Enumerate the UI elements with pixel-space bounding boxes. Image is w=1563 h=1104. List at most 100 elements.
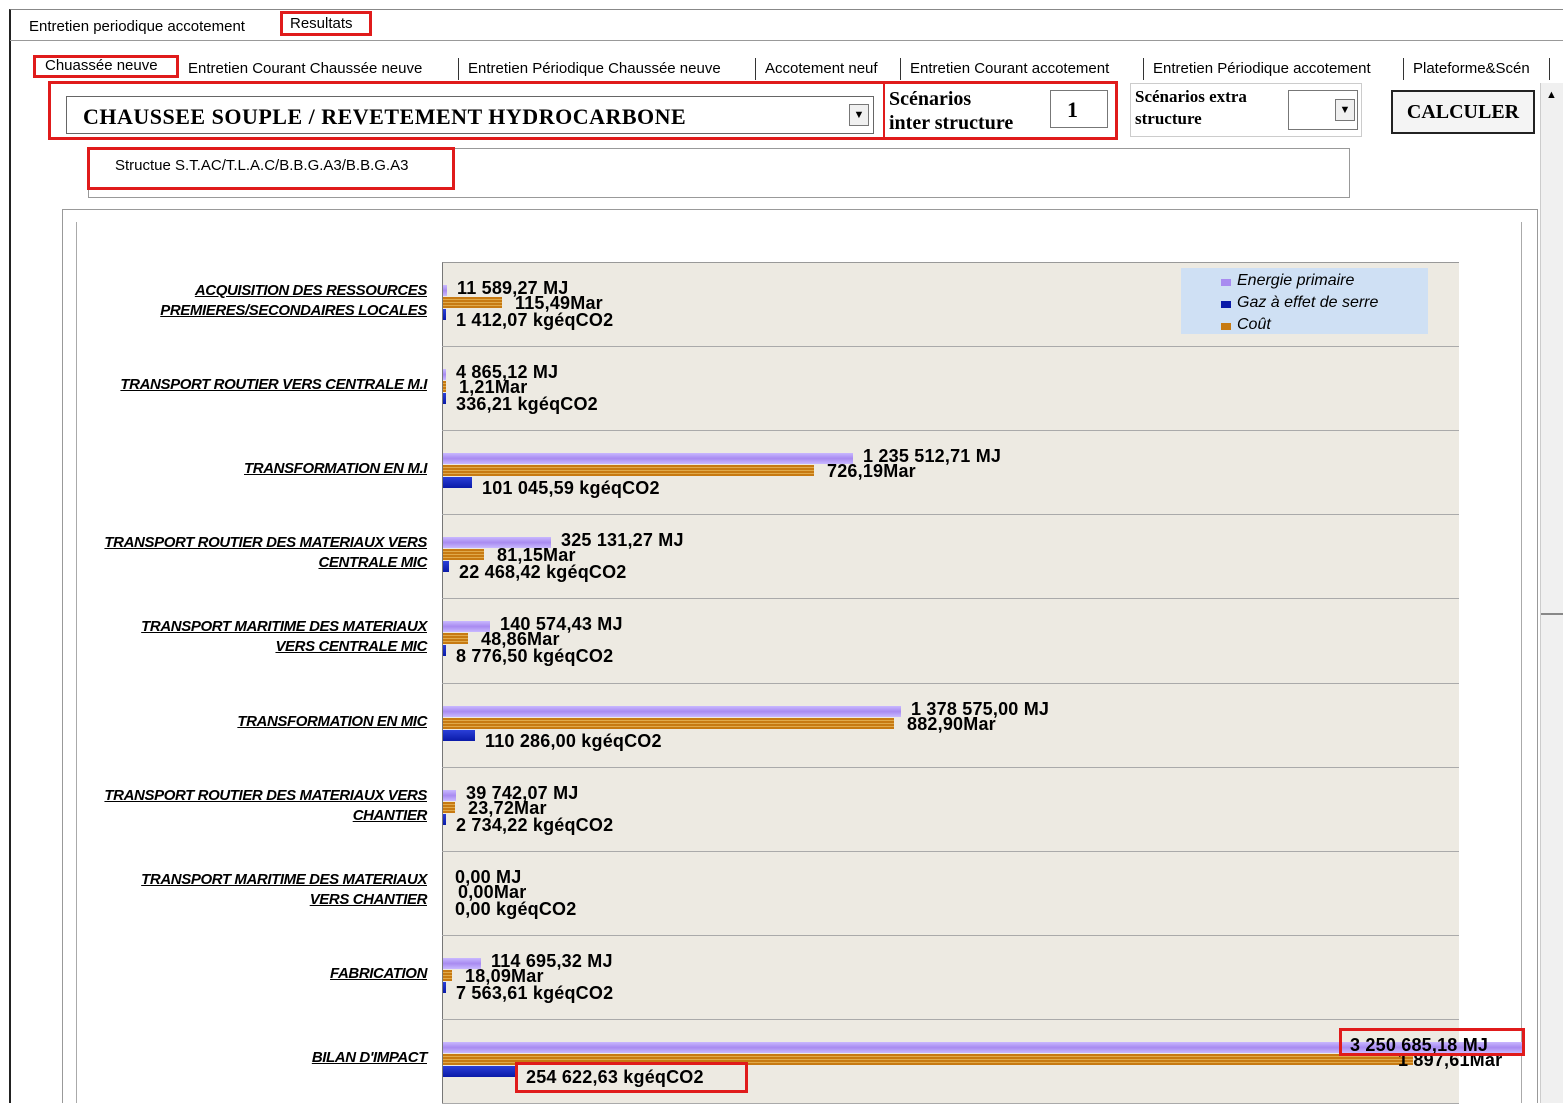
data-label-transport-routier-mi-ges: 336,21 kgéqCO2 <box>456 394 598 414</box>
tab-separator <box>755 58 756 80</box>
bar-transport-routier-mic-ges <box>443 561 449 572</box>
legend-swatch-0 <box>1221 279 1231 286</box>
bar-bilan-impact-cout <box>443 1054 1413 1065</box>
data-label-transformation-mi-cout: 726,19Mar <box>827 461 916 481</box>
tab-separator <box>900 58 901 80</box>
bar-transformation-mic-cout <box>443 718 894 729</box>
data-label-transport-routier-mic-ges: 22 468,42 kgéqCO2 <box>459 562 627 582</box>
bar-transport-routier-chantier-ges <box>443 814 446 825</box>
bar-transport-routier-chantier-energie <box>443 790 456 801</box>
highlight-divider <box>883 84 885 140</box>
chart-gridline <box>442 1019 1459 1020</box>
category-label-fabrication: FABRICATION <box>330 965 427 982</box>
subtab-plateforme-scen[interactable]: Plateforme&Scén <box>1413 60 1530 77</box>
scenarios-extra-select[interactable]: ▼ <box>1288 90 1358 130</box>
category-label-acquisition: ACQUISITION DES RESSOURCES PREMIERES/SECO… <box>160 282 427 319</box>
tab-separator <box>458 58 459 80</box>
category-label-transport-maritime-chantier: TRANSPORT MARITIME DES MATERIAUX VERS CHA… <box>141 871 427 908</box>
calculer-button[interactable]: CALCULER <box>1391 90 1535 134</box>
subtab-chaussee-neuve[interactable]: Chuassée neuve <box>45 57 158 74</box>
data-label-bilan-impact-cout: 1 897,61Mar <box>1398 1050 1503 1070</box>
subtab-entretien-periodique-chaussee-neuve[interactable]: Entretien Périodique Chaussée neuve <box>468 60 721 77</box>
chart-gridline <box>442 935 1459 936</box>
data-label-transport-maritime-mic-ges: 8 776,50 kgéqCO2 <box>456 646 614 666</box>
bar-transport-routier-mi-ges <box>443 393 446 404</box>
chevron-down-icon[interactable]: ▼ <box>1335 99 1355 121</box>
bar-fabrication-ges <box>443 982 446 993</box>
subtab-entretien-courant-chaussee-neuve[interactable]: Entretien Courant Chaussée neuve <box>188 60 422 77</box>
bar-transformation-mic-ges <box>443 730 475 741</box>
data-label-transformation-mic-ges: 110 286,00 kgéqCO2 <box>485 731 662 751</box>
scenarios-inter-input[interactable]: 1 <box>1050 90 1108 128</box>
structure-description-text: Structue S.T.AC/T.L.A.C/B.B.G.A3/B.B.G.A… <box>115 157 409 174</box>
category-label-transformation-mi: TRANSFORMATION EN M.I <box>244 460 427 477</box>
tab-separator <box>1549 58 1550 80</box>
bar-acquisition-cout <box>443 297 502 308</box>
category-label-transport-routier-chantier: TRANSPORT ROUTIER DES MATERIAUX VERS CHAN… <box>104 787 427 824</box>
data-label-transformation-mic-cout: 882,90Mar <box>907 714 996 734</box>
tab-entretien-periodique-accotement[interactable]: Entretien periodique accotement <box>29 18 245 35</box>
category-label-transport-routier-mi: TRANSPORT ROUTIER VERS CENTRALE M.I <box>120 376 427 393</box>
legend-item-1: Gaz à effet de serre <box>1237 294 1379 311</box>
data-label-transport-routier-mic-energie: 325 131,27 MJ <box>561 530 684 550</box>
tab-separator <box>1403 58 1404 80</box>
data-label-transport-routier-mi-cout: 1,21Mar <box>459 377 528 397</box>
data-label-bilan-impact-ges: 254 622,63 kgéqCO2 <box>526 1067 704 1087</box>
legend-swatch-1 <box>1221 301 1231 308</box>
chart-gridline <box>442 851 1459 852</box>
subtab-entretien-periodique-accotement[interactable]: Entretien Périodique accotement <box>1153 60 1371 77</box>
chart-legend: Energie primaire Gaz à effet de serre Coût <box>1181 268 1428 334</box>
category-label-transport-maritime-mic: TRANSPORT MARITIME DES MATERIAUX VERS CEN… <box>141 618 427 655</box>
data-label-transport-maritime-chantier-cout: 0,00Mar <box>458 882 527 902</box>
data-label-acquisition-cout: 115,49Mar <box>515 293 603 313</box>
bar-transport-maritime-mic-ges <box>443 645 446 656</box>
structure-type-select[interactable]: CHAUSSEE SOUPLE / REVETEMENT HYDROCARBON… <box>66 96 874 134</box>
bar-transport-routier-mic-cout <box>443 549 484 560</box>
data-label-transport-routier-mic-cout: 81,15Mar <box>497 545 576 565</box>
scenarios-inter-label: Scénarios inter structure <box>889 88 1014 134</box>
legend-swatch-2 <box>1221 323 1231 330</box>
tab-strip-divider <box>10 40 1563 41</box>
data-label-transport-routier-chantier-ges: 2 734,22 kgéqCO2 <box>456 815 614 835</box>
chart-gridline <box>442 683 1459 684</box>
subtab-accotement-neuf[interactable]: Accotement neuf <box>765 60 878 77</box>
scenarios-inter-value: 1 <box>1067 97 1078 122</box>
structure-description-field[interactable]: Structue S.T.AC/T.L.A.C/B.B.G.A3/B.B.G.A… <box>88 148 1350 198</box>
tab-resultats[interactable]: Resultats <box>290 15 353 32</box>
vertical-scrollbar[interactable]: ▲ <box>1540 83 1563 1103</box>
data-label-fabrication-cout: 18,09Mar <box>465 966 544 986</box>
data-label-fabrication-ges: 7 563,61 kgéqCO2 <box>456 983 614 1003</box>
scenarios-extra-label: Scénarios extra structure <box>1135 87 1247 128</box>
tab-separator <box>1143 58 1144 80</box>
subtab-entretien-courant-accotement[interactable]: Entretien Courant accotement <box>910 60 1109 77</box>
bar-acquisition-ges <box>443 309 446 320</box>
bar-transformation-mi-energie <box>443 453 853 464</box>
data-label-acquisition-ges: 1 412,07 kgéqCO2 <box>456 310 614 330</box>
data-label-transformation-mi-ges: 101 045,59 kgéqCO2 <box>482 478 660 498</box>
data-label-transport-maritime-chantier-ges: 0,00 kgéqCO2 <box>455 899 577 919</box>
chart-gridline <box>442 346 1459 347</box>
chart-gridline <box>442 514 1459 515</box>
chart-gridline <box>442 598 1459 599</box>
bar-transport-routier-chantier-cout <box>443 802 455 813</box>
category-label-bilan-impact: BILAN D'IMPACT <box>311 1049 428 1066</box>
category-label-transport-routier-mic: TRANSPORT ROUTIER DES MATERIAUX VERS CENT… <box>104 534 427 571</box>
structure-type-value: CHAUSSEE SOUPLE / REVETEMENT HYDROCARBON… <box>83 104 687 129</box>
scrollbar-thumb-edge <box>1541 613 1563 615</box>
chart-gridline <box>442 767 1459 768</box>
bar-transformation-mi-ges <box>443 477 472 488</box>
bar-bilan-impact-ges <box>443 1066 516 1077</box>
data-label-transport-maritime-mic-cout: 48,86Mar <box>481 629 560 649</box>
bar-transport-routier-mi-cout <box>443 381 446 392</box>
chevron-down-icon[interactable]: ▼ <box>849 104 869 126</box>
bar-transformation-mi-cout <box>443 465 814 476</box>
category-label-transformation-mic: TRANSFORMATION EN MIC <box>237 713 427 730</box>
bar-acquisition-energie <box>443 285 447 296</box>
arrow-up-icon[interactable]: ▲ <box>1546 89 1557 101</box>
bar-transformation-mic-energie <box>443 706 901 717</box>
legend-item-2: Coût <box>1237 316 1271 333</box>
chart-gridline <box>442 430 1459 431</box>
bar-transport-maritime-mic-cout <box>443 633 468 644</box>
bar-fabrication-cout <box>443 970 452 981</box>
data-label-transport-routier-chantier-cout: 23,72Mar <box>468 798 547 818</box>
